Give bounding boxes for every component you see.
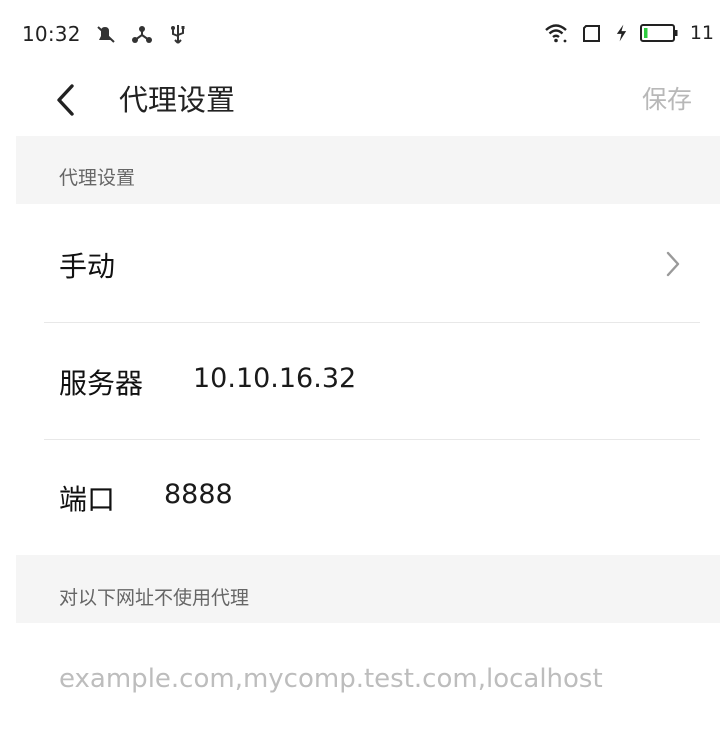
proxy-mode-row[interactable]: 手动 — [16, 204, 720, 322]
section-header-bypass: 对以下网址不使用代理 — [16, 555, 720, 623]
section-header-proxy: 代理设置 — [16, 136, 720, 204]
proxy-port-row[interactable]: 端口 8888 — [16, 440, 720, 555]
chevron-right-icon — [666, 251, 680, 277]
status-right: 11 — [543, 22, 714, 44]
port-field[interactable]: 8888 — [164, 479, 233, 510]
section-header-label: 对以下网址不使用代理 — [59, 587, 250, 609]
battery-level: 11 — [689, 22, 714, 44]
server-label: 服务器 — [59, 367, 144, 400]
chevron-left-icon[interactable] — [50, 80, 80, 120]
status-bar: 10:32 11 — [0, 0, 720, 66]
page-title: 代理设置 — [119, 83, 236, 117]
wifi-icon — [545, 24, 567, 43]
status-left: 10:32 — [22, 22, 189, 46]
server-field[interactable]: 10.10.16.32 — [193, 363, 356, 394]
status-time: 10:32 — [22, 22, 81, 46]
bypass-list-input[interactable] — [59, 664, 679, 694]
silent-icon — [96, 26, 115, 43]
proxy-server-row[interactable]: 服务器 10.10.16.32 — [16, 323, 720, 440]
charging-icon — [616, 24, 626, 42]
battery-icon — [639, 24, 678, 42]
screen-rotate-icon — [582, 25, 600, 42]
usb-icon — [170, 25, 185, 44]
save-button[interactable]: 保存 — [642, 80, 692, 120]
network-hub-icon — [131, 26, 152, 43]
section-header-label: 代理设置 — [59, 167, 136, 189]
proxy-mode-value: 手动 — [59, 250, 116, 283]
port-label: 端口 — [59, 483, 116, 516]
nav-bar: 代理设置 保存 — [0, 66, 720, 136]
